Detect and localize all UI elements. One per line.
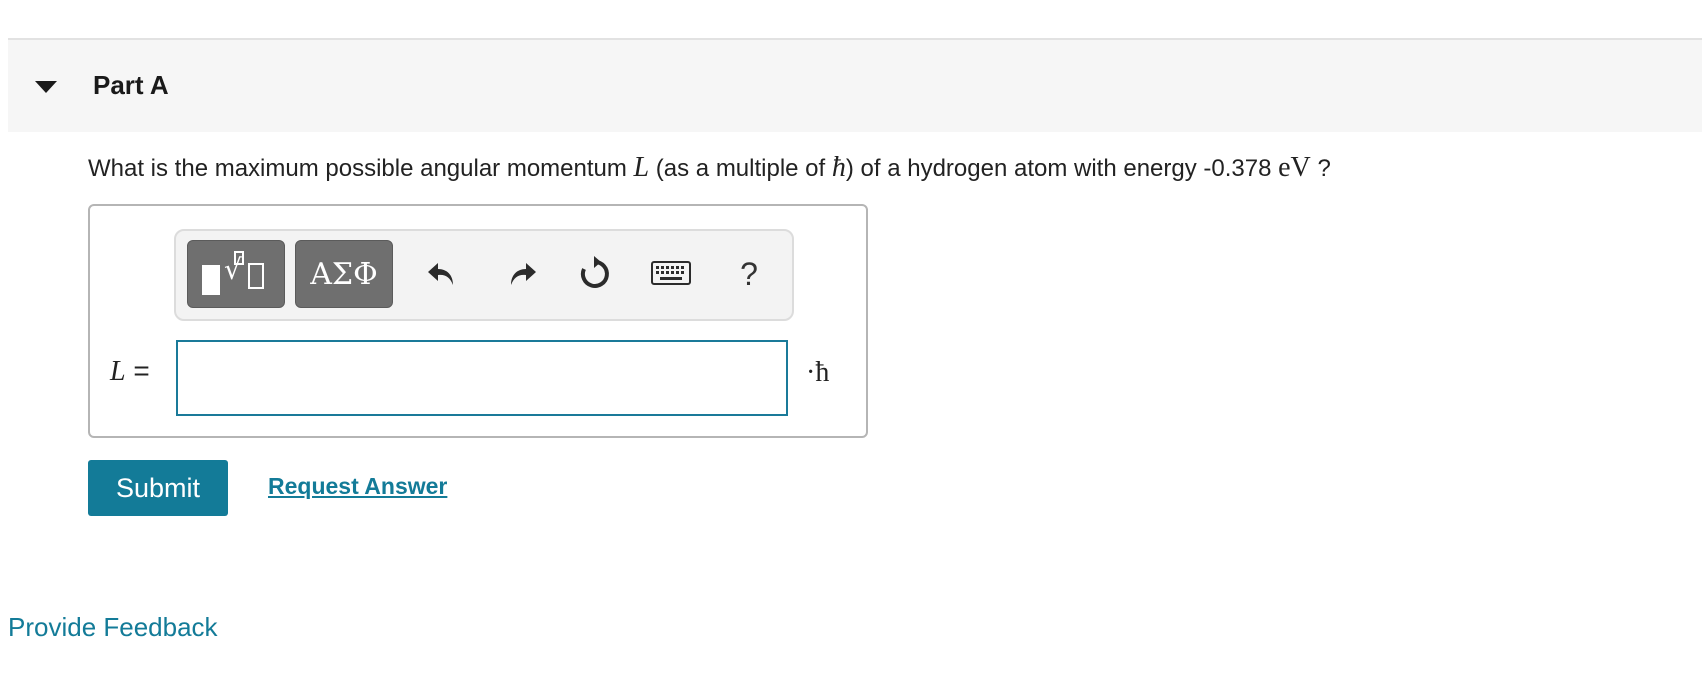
question-text-mid: (as a multiple of: [649, 155, 832, 182]
greek-symbols-button[interactable]: ΑΣΦ: [295, 240, 393, 308]
equals-sign: =: [125, 355, 150, 386]
undo-button[interactable]: [418, 250, 466, 298]
provide-feedback-link[interactable]: Provide Feedback: [8, 612, 218, 643]
symbol-hbar: ħ: [831, 152, 846, 183]
templates-radicand-box: [248, 263, 264, 289]
answer-variable: L: [110, 356, 126, 387]
part-header[interactable]: [8, 40, 1702, 132]
reset-icon: [580, 256, 609, 288]
unit-ev: eV: [1278, 152, 1311, 183]
sqrt-symbol: √: [224, 253, 242, 286]
templates-button[interactable]: √: [187, 240, 285, 308]
part-title[interactable]: Part A: [93, 70, 169, 101]
question-text-mid2: ) of a hydrogen atom with energy -0.378: [845, 155, 1279, 182]
symbol-angular-momentum: L: [633, 152, 650, 183]
keyboard-button[interactable]: [647, 250, 695, 298]
keyboard-icon: [651, 261, 691, 285]
question-text: What is the maximum possible angular mom…: [88, 152, 1331, 184]
answer-input[interactable]: [176, 340, 788, 416]
redo-icon: [511, 263, 536, 285]
greek-symbols-label: ΑΣΦ: [310, 256, 378, 292]
request-answer-link[interactable]: Request Answer: [268, 473, 447, 500]
submit-button[interactable]: Submit: [88, 460, 228, 516]
question-text-end: ?: [1310, 155, 1331, 182]
help-button[interactable]: ?: [725, 250, 773, 298]
reset-button[interactable]: [571, 250, 619, 298]
answer-unit: ·ħ: [806, 357, 830, 388]
caret-down-icon[interactable]: [35, 81, 57, 93]
answer-variable-label: L =: [110, 355, 150, 388]
question-text-start: What is the maximum possible angular mom…: [88, 155, 634, 182]
undo-icon: [428, 263, 453, 285]
redo-button[interactable]: [498, 250, 546, 298]
templates-icon: [202, 265, 220, 295]
